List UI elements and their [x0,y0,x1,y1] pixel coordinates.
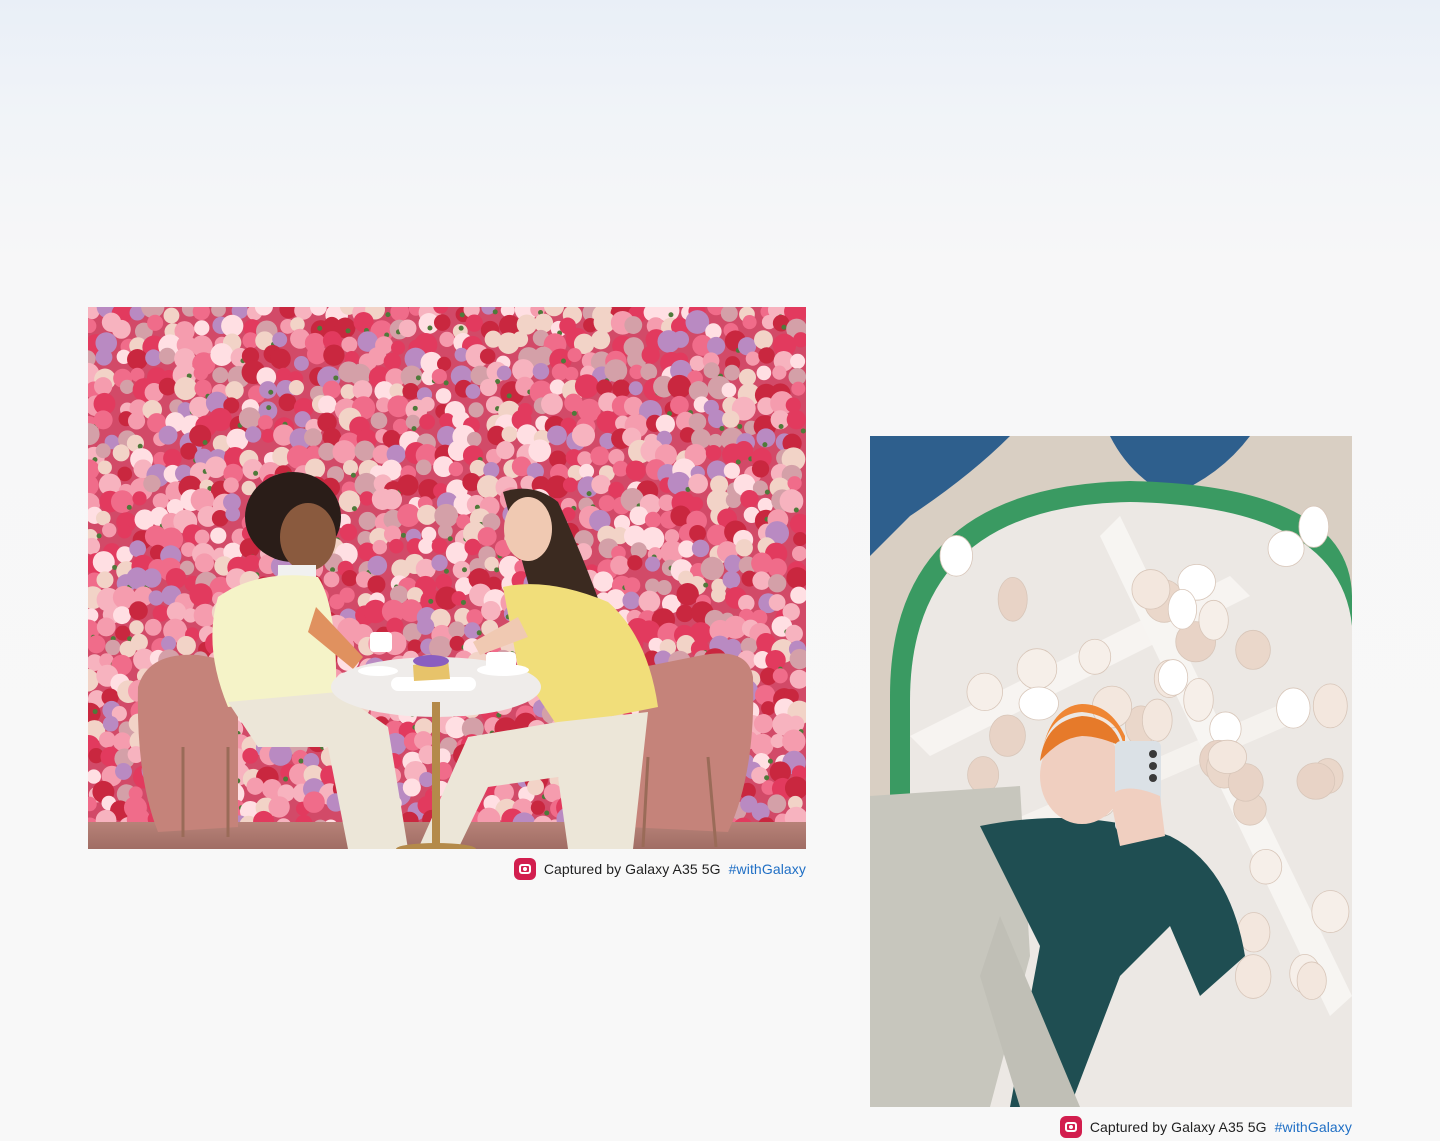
caption-text: Captured by Galaxy A35 5G [1089,1119,1267,1135]
photo-1-caption: Captured by Galaxy A35 5G #withGalaxy [513,858,806,880]
caption-hashtag-link[interactable]: #withGalaxy [729,861,806,877]
photo-2-caption: Captured by Galaxy A35 5G #withGalaxy [1059,1116,1352,1138]
selfie-photo-illustration [870,436,1352,1107]
caption-hashtag-link[interactable]: #withGalaxy [1275,1119,1352,1135]
photo-mirror-selfie [870,436,1352,1107]
cafe-photo-illustration [88,307,806,849]
caption-text: Captured by Galaxy A35 5G [543,861,721,877]
photo-cafe-flower-wall [88,307,806,849]
camera-icon[interactable] [1059,1116,1082,1138]
camera-icon[interactable] [513,858,536,880]
